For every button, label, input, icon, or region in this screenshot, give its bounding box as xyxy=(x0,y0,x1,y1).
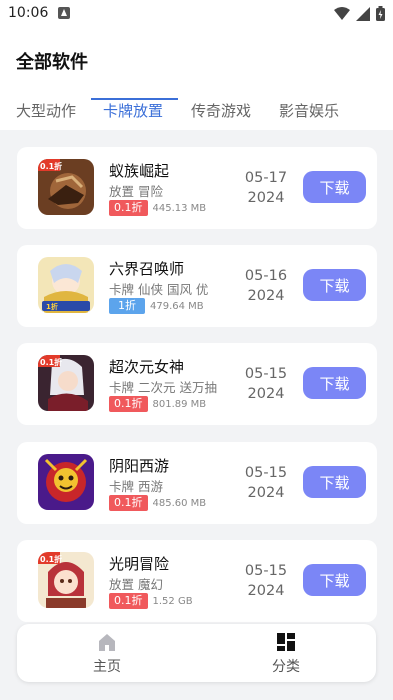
app-name: 阴阳西游 xyxy=(109,457,170,475)
app-icon: 1折 xyxy=(38,257,94,313)
app-card[interactable]: 阴阳西游 卡牌 西游 0.1折 485.60 MB 05-15 2024 下载 xyxy=(17,442,377,524)
date-year: 2024 xyxy=(247,288,285,304)
app-icon: 0.1折 xyxy=(38,159,94,215)
nav-category[interactable]: 分类 xyxy=(226,624,346,682)
release-date: 05-15 2024 xyxy=(241,561,291,601)
app-icon: 0.1折 xyxy=(38,552,94,608)
app-tags: 卡牌 二次元 送万抽 xyxy=(109,380,217,395)
tab-legend[interactable]: 传奇游戏 xyxy=(191,100,251,128)
date-month-day: 05-17 xyxy=(244,170,288,186)
battery-icon xyxy=(376,6,385,21)
download-button[interactable]: 下载 xyxy=(303,564,366,596)
active-tab-indicator xyxy=(91,98,178,100)
date-month-day: 05-15 xyxy=(244,366,288,382)
tab-action[interactable]: 大型动作 xyxy=(16,100,76,128)
app-meta: 1折 479.64 MB xyxy=(109,298,204,314)
download-button[interactable]: 下载 xyxy=(303,171,366,203)
home-icon xyxy=(99,634,115,651)
notification-app-icon xyxy=(58,7,70,19)
status-icons xyxy=(334,6,385,21)
svg-text:0.1折: 0.1折 xyxy=(40,357,62,367)
date-month-day: 05-16 xyxy=(244,268,288,284)
file-size: 485.60 MB xyxy=(152,497,207,509)
app-name: 超次元女神 xyxy=(109,358,185,376)
app-name: 蚁族崛起 xyxy=(109,162,170,180)
file-size: 1.52 GB xyxy=(152,595,193,607)
download-button[interactable]: 下载 xyxy=(303,367,366,399)
app-meta: 0.1折 1.52 GB xyxy=(109,593,193,609)
tab-card-idle[interactable]: 卡牌放置 xyxy=(103,100,163,128)
app-icon xyxy=(38,454,94,510)
app-meta: 0.1折 445.13 MB xyxy=(109,200,206,216)
app-card[interactable]: 0.1折 蚁族崛起 放置 冒险 0.1折 445.13 MB 05-17 202… xyxy=(17,147,377,229)
release-date: 05-15 2024 xyxy=(241,364,291,404)
discount-badge: 1折 xyxy=(109,298,145,314)
nav-category-label: 分类 xyxy=(272,659,300,675)
status-bar: 10:06 xyxy=(0,0,393,28)
discount-badge: 0.1折 xyxy=(109,593,148,609)
app-name: 光明冒险 xyxy=(109,555,170,573)
file-size: 479.64 MB xyxy=(150,300,204,312)
download-button[interactable]: 下载 xyxy=(303,269,366,301)
app-tags: 放置 冒险 xyxy=(109,184,163,199)
date-year: 2024 xyxy=(247,386,285,402)
date-month-day: 05-15 xyxy=(244,563,288,579)
page-title: 全部软件 xyxy=(16,52,88,73)
release-date: 05-16 2024 xyxy=(241,266,291,306)
file-size: 801.89 MB xyxy=(152,398,207,410)
svg-text:0.1折: 0.1折 xyxy=(40,554,62,564)
bottom-nav: 主页 分类 xyxy=(17,624,376,682)
tab-media[interactable]: 影音娱乐 xyxy=(279,100,339,128)
file-size: 445.13 MB xyxy=(152,202,207,214)
release-date: 05-17 2024 xyxy=(241,168,291,208)
app-name: 六界召唤师 xyxy=(109,260,185,278)
app-card[interactable]: 0.1折 光明冒险 放置 魔幻 0.1折 1.52 GB 05-15 2024 … xyxy=(17,540,377,622)
nav-home-label: 主页 xyxy=(93,659,121,675)
nav-home[interactable]: 主页 xyxy=(47,624,167,682)
svg-text:1折: 1折 xyxy=(46,302,58,311)
status-time: 10:06 xyxy=(8,5,49,21)
header: 全部软件 大型动作 卡牌放置 传奇游戏 影音娱乐 xyxy=(0,28,393,130)
discount-badge: 0.1折 xyxy=(109,396,148,412)
signal-icon xyxy=(356,6,370,21)
category-icon xyxy=(277,633,295,651)
release-date: 05-15 2024 xyxy=(241,463,291,503)
date-month-day: 05-15 xyxy=(244,465,288,481)
app-card[interactable]: 1折 六界召唤师 卡牌 仙侠 国风 优 1折 479.64 MB 05-16 2… xyxy=(17,245,377,327)
category-tabs: 大型动作 卡牌放置 传奇游戏 影音娱乐 xyxy=(0,100,393,128)
date-year: 2024 xyxy=(247,583,285,599)
app-tags: 卡牌 西游 xyxy=(109,479,163,494)
date-year: 2024 xyxy=(247,485,285,501)
discount-badge: 0.1折 xyxy=(109,495,148,511)
date-year: 2024 xyxy=(247,190,285,206)
app-meta: 0.1折 801.89 MB xyxy=(109,396,206,412)
app-tags: 卡牌 仙侠 国风 优 xyxy=(109,282,209,297)
app-tags: 放置 魔幻 xyxy=(109,577,163,592)
discount-badge: 0.1折 xyxy=(109,200,148,216)
wifi-icon xyxy=(334,6,350,20)
app-meta: 0.1折 485.60 MB xyxy=(109,495,206,511)
app-card[interactable]: 0.1折 超次元女神 卡牌 二次元 送万抽 0.1折 801.89 MB 05-… xyxy=(17,343,377,425)
svg-text:0.1折: 0.1折 xyxy=(40,161,62,171)
app-icon: 0.1折 xyxy=(38,355,94,411)
download-button[interactable]: 下载 xyxy=(303,466,366,498)
